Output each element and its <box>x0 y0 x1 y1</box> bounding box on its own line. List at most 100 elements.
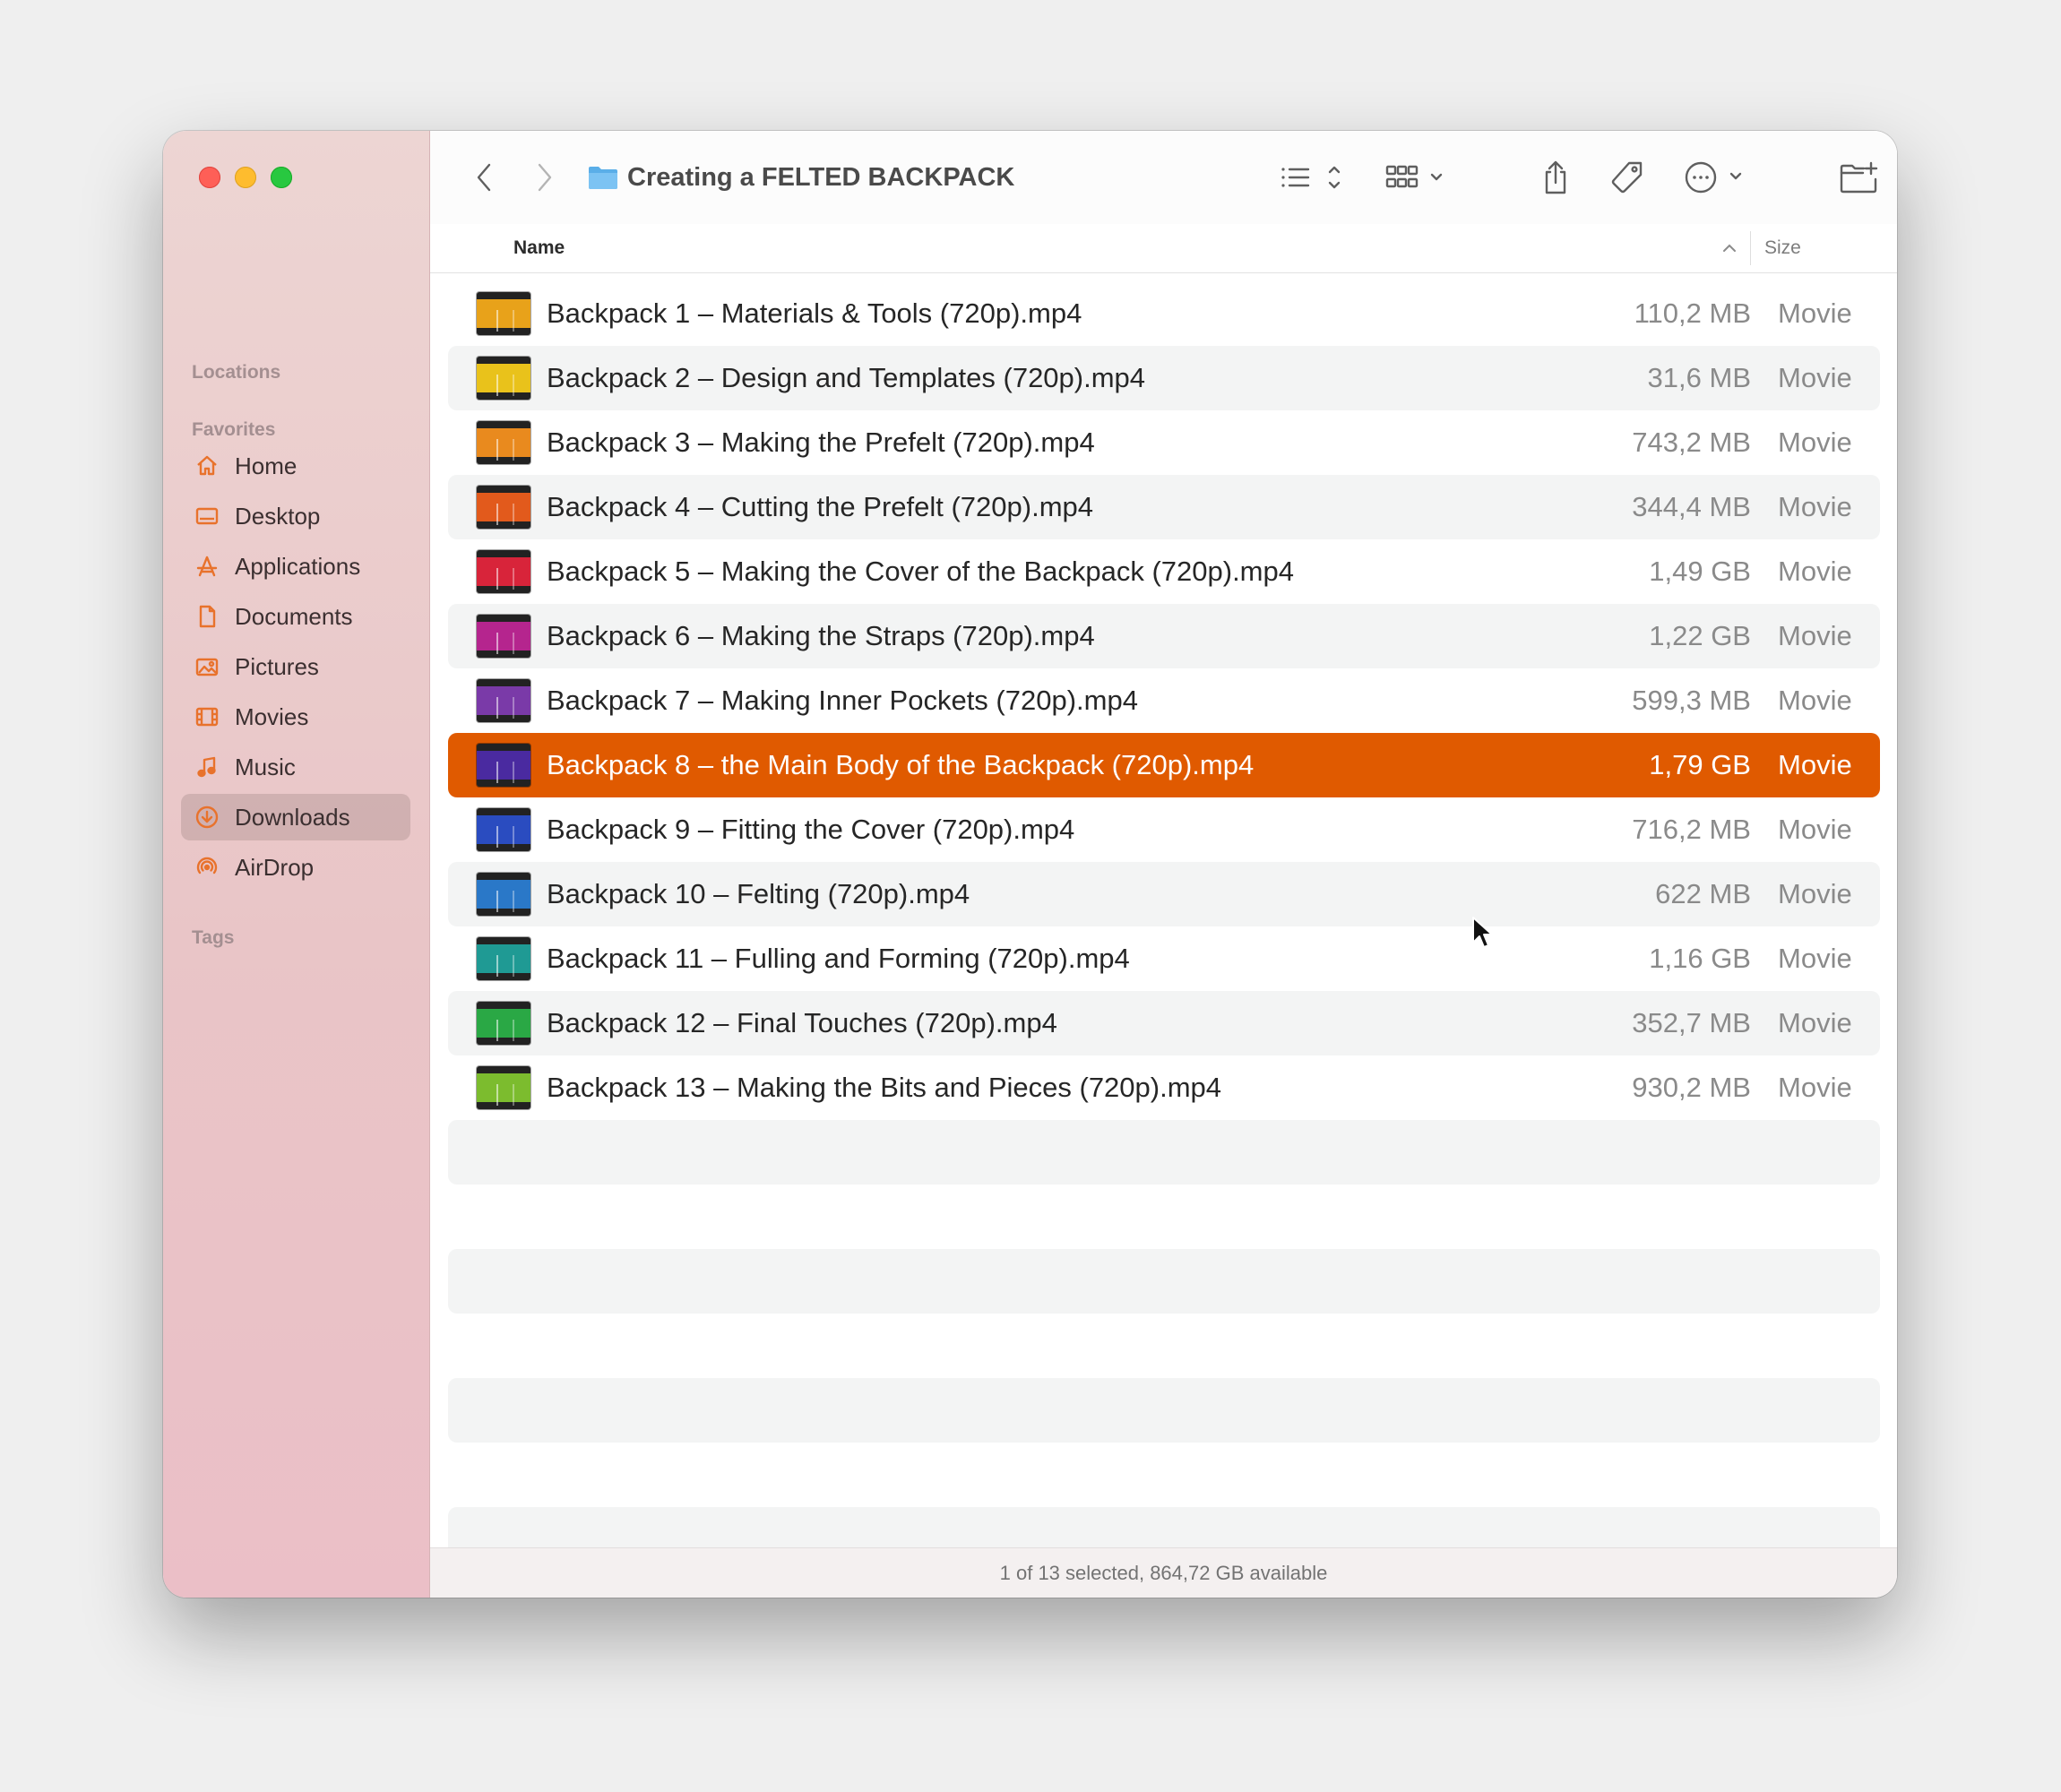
thumbnail-mark <box>496 633 514 654</box>
file-name: Backpack 11 – Fulling and Forming (720p)… <box>547 943 1130 974</box>
file-row[interactable]: Backpack 5 – Making the Cover of the Bac… <box>448 539 1880 604</box>
thumbnail-frame <box>477 299 530 332</box>
thumbnail-mark <box>496 762 514 783</box>
tag-icon <box>1611 161 1643 194</box>
zoom-button[interactable] <box>271 167 292 188</box>
file-kind: Movie <box>1778 491 1852 522</box>
sidebar-section-tags[interactable]: Tags <box>192 927 234 949</box>
file-kind: Movie <box>1778 878 1852 909</box>
file-row[interactable]: Backpack 12 – Final Touches (720p).mp4 35… <box>448 991 1880 1055</box>
file-row[interactable]: Backpack 8 – the Main Body of the Backpa… <box>448 733 1880 797</box>
thumbnail-mark <box>496 955 514 977</box>
new-folder-icon <box>1840 161 1878 194</box>
empty-row <box>448 1443 1880 1507</box>
file-size: 1,49 GB <box>1649 556 1751 587</box>
column-header: Name Size Kind <box>430 224 1897 273</box>
document-icon <box>194 603 220 630</box>
sidebar-item-desktop[interactable]: Desktop <box>181 493 410 539</box>
video-thumbnail <box>477 1002 530 1045</box>
sidebar-section-locations[interactable]: Locations <box>192 362 280 383</box>
file-size: 1,16 GB <box>1649 943 1751 974</box>
thumbnail-mark <box>496 697 514 719</box>
toolbar: Creating a FELTED BACKPACK <box>430 131 1897 225</box>
thumbnail-mark <box>496 568 514 590</box>
file-size: 599,3 MB <box>1632 685 1751 716</box>
file-kind: Movie <box>1778 620 1852 651</box>
file-kind: Movie <box>1778 749 1852 780</box>
sidebar-item-label: Downloads <box>235 803 350 831</box>
file-name: Backpack 6 – Making the Straps (720p).mp… <box>547 620 1095 651</box>
sidebar-item-airdrop[interactable]: AirDrop <box>181 844 410 891</box>
content-area: Creating a FELTED BACKPACK Name Size Bac… <box>430 131 1897 1598</box>
desktop-icon <box>194 503 220 530</box>
mouse-pointer-icon <box>1472 917 1493 948</box>
video-thumbnail <box>477 615 530 658</box>
column-size[interactable]: Size <box>1764 224 1801 272</box>
thumbnail-mark <box>496 375 514 396</box>
window-title-text: Creating a FELTED BACKPACK <box>627 162 1015 192</box>
file-name: Backpack 8 – the Main Body of the Backpa… <box>547 749 1255 780</box>
video-thumbnail <box>477 873 530 916</box>
tag-button[interactable] <box>1608 158 1647 197</box>
pictures-icon <box>194 653 220 680</box>
sidebar-item-movies[interactable]: Movies <box>181 694 410 740</box>
file-row[interactable]: Backpack 13 – Making the Bits and Pieces… <box>448 1055 1880 1120</box>
file-kind: Movie <box>1778 1072 1852 1103</box>
file-row[interactable]: Backpack 7 – Making Inner Pockets (720p)… <box>448 668 1880 733</box>
close-button[interactable] <box>199 167 220 188</box>
file-row[interactable]: Backpack 9 – Fitting the Cover (720p).mp… <box>448 797 1880 862</box>
file-row[interactable]: Backpack 3 – Making the Prefelt (720p).m… <box>448 410 1880 475</box>
back-button[interactable] <box>466 158 502 197</box>
file-row[interactable]: Backpack 10 – Felting (720p).mp4 622 MB Mo… <box>448 862 1880 926</box>
file-row[interactable]: Backpack 6 – Making the Straps (720p).mp… <box>448 604 1880 668</box>
empty-row <box>448 1120 1880 1185</box>
sidebar: Locations Favorites Home Desktop Applica… <box>163 131 430 1598</box>
video-thumbnail <box>477 421 530 464</box>
file-size: 743,2 MB <box>1632 426 1751 458</box>
sidebar-item-pictures[interactable]: Pictures <box>181 643 410 690</box>
file-row[interactable]: Backpack 11 – Fulling and Forming (720p)… <box>448 926 1880 991</box>
file-size: 344,4 MB <box>1632 491 1751 522</box>
thumbnail-mark <box>496 504 514 525</box>
group-button[interactable] <box>1385 158 1452 197</box>
view-options-button[interactable] <box>1278 158 1353 197</box>
sidebar-item-label: AirDrop <box>235 853 315 881</box>
sidebar-item-documents[interactable]: Documents <box>181 593 410 640</box>
sidebar-item-music[interactable]: Music <box>181 744 410 790</box>
file-size: 716,2 MB <box>1632 814 1751 845</box>
file-row[interactable]: Backpack 2 – Design and Templates (720p)… <box>448 346 1880 410</box>
new-folder-button[interactable] <box>1839 158 1880 197</box>
file-kind: Movie <box>1778 943 1852 974</box>
more-actions-button[interactable] <box>1685 158 1751 197</box>
thumbnail-frame <box>477 364 530 396</box>
thumbnail-frame <box>477 493 530 525</box>
file-kind: Movie <box>1778 426 1852 458</box>
file-size: 31,6 MB <box>1647 362 1751 393</box>
video-thumbnail <box>477 679 530 722</box>
forward-button[interactable] <box>527 158 563 197</box>
file-name: Backpack 9 – Fitting the Cover (720p).mp… <box>547 814 1075 845</box>
file-row[interactable]: Backpack 1 – Materials & Tools (720p).mp… <box>448 281 1880 346</box>
movies-icon <box>194 703 220 730</box>
column-name[interactable]: Name <box>513 224 565 272</box>
file-name: Backpack 5 – Making the Cover of the Bac… <box>547 556 1294 587</box>
column-separator[interactable] <box>1750 231 1751 265</box>
file-size: 622 MB <box>1655 878 1751 909</box>
file-kind: Movie <box>1778 362 1852 393</box>
thumbnail-frame <box>477 1073 530 1106</box>
chevron-right-icon <box>538 163 552 192</box>
minimize-button[interactable] <box>235 167 256 188</box>
window-controls <box>199 167 292 188</box>
file-row[interactable]: Backpack 4 – Cutting the Prefelt (720p).… <box>448 475 1880 539</box>
file-name: Backpack 13 – Making the Bits and Pieces… <box>547 1072 1222 1103</box>
thumbnail-frame <box>477 686 530 719</box>
sidebar-section-favorites[interactable]: Favorites <box>192 419 275 441</box>
sidebar-item-downloads[interactable]: Downloads <box>181 794 410 840</box>
sidebar-item-home[interactable]: Home <box>181 443 410 489</box>
thumbnail-mark <box>496 439 514 461</box>
file-kind: Movie <box>1778 1007 1852 1038</box>
sidebar-item-label: Pictures <box>235 652 319 680</box>
sidebar-item-applications[interactable]: Applications <box>181 543 410 590</box>
thumbnail-frame <box>477 751 530 783</box>
share-button[interactable] <box>1538 158 1574 197</box>
